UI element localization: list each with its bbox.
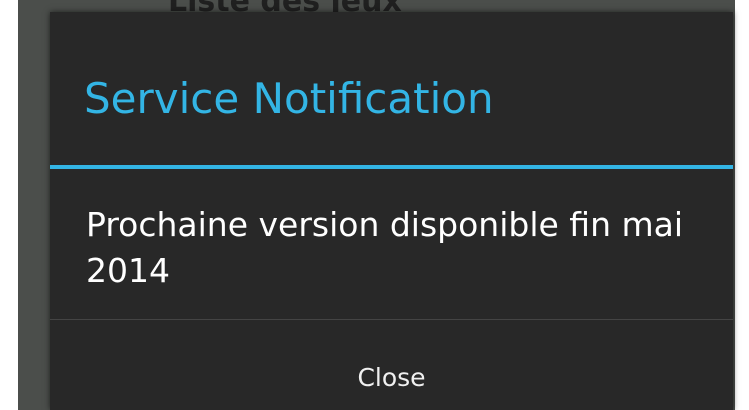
dialog-message: Prochaine version disponible fin mai 201… <box>86 205 684 290</box>
dialog-title: Service Notification <box>84 74 494 123</box>
close-button[interactable]: Close <box>50 320 733 410</box>
notification-dialog: Service Notification Prochaine version d… <box>50 12 733 410</box>
title-divider <box>50 165 733 169</box>
screen: Liste des jeux Service Notification Proc… <box>0 0 749 410</box>
